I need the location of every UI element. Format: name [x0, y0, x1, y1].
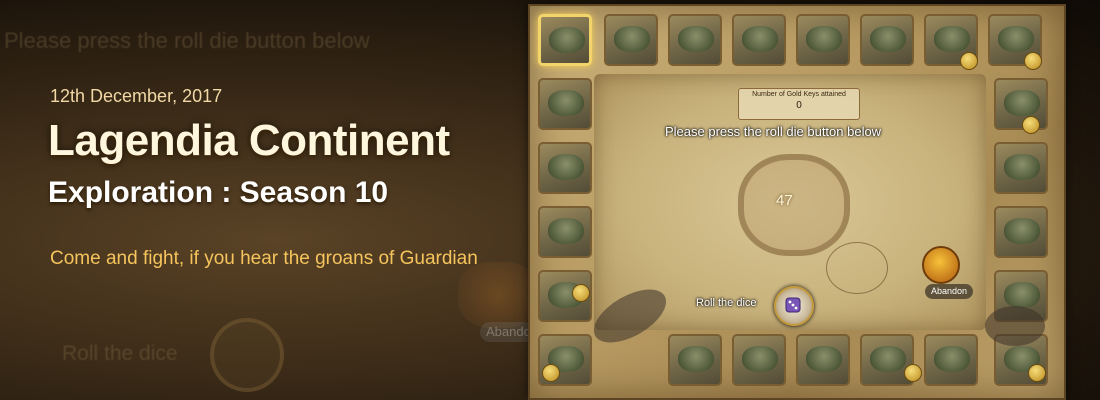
dragon-decoration — [985, 306, 1045, 346]
board-tile[interactable] — [604, 14, 658, 66]
gold-coin-icon — [960, 52, 978, 70]
gold-coin-icon — [572, 284, 590, 302]
board-tile[interactable] — [538, 78, 592, 130]
gold-coin-icon — [904, 364, 922, 382]
player-token-character — [922, 246, 960, 284]
event-subtitle: Exploration : Season 10 — [48, 176, 389, 209]
die-icon — [785, 297, 801, 313]
event-title: Lagendia Continent — [48, 116, 450, 165]
gold-keys-value: 0 — [796, 100, 802, 111]
gold-keys-label: Number of Gold Keys attained — [752, 91, 846, 98]
gold-coin-icon — [542, 364, 560, 382]
ghost-prompt: Please press the roll die button below — [4, 28, 370, 53]
game-board: Number of Gold Keys attained 0 Please pr… — [528, 4, 1066, 400]
board-tile[interactable] — [924, 334, 978, 386]
gold-keys-counter: Number of Gold Keys attained 0 — [738, 88, 860, 120]
board-tile[interactable] — [994, 78, 1048, 130]
board-tile[interactable] — [668, 14, 722, 66]
board-tile[interactable] — [538, 206, 592, 258]
event-banner: Please press the roll die button below R… — [0, 0, 1100, 400]
roll-prompt: Please press the roll die button below — [665, 124, 882, 139]
compass-rose — [826, 242, 888, 294]
board-tile[interactable] — [860, 14, 914, 66]
board-tile[interactable] — [796, 14, 850, 66]
ghost-roll-button — [210, 318, 284, 392]
gold-coin-icon — [1022, 116, 1040, 134]
center-number: 47 — [776, 192, 793, 209]
board-tile[interactable] — [994, 142, 1048, 194]
board-tile[interactable] — [732, 334, 786, 386]
roll-dice-label: Roll the dice — [696, 297, 757, 309]
board-tile-start[interactable] — [538, 14, 592, 66]
board-tile[interactable] — [538, 142, 592, 194]
event-date: 12th December, 2017 — [50, 86, 223, 106]
gold-coin-icon — [1028, 364, 1046, 382]
abandon-button[interactable]: Abandon — [925, 284, 974, 299]
board-tile[interactable] — [668, 334, 722, 386]
central-castle — [738, 154, 850, 256]
roll-dice-button[interactable] — [774, 286, 814, 326]
board-tile[interactable] — [732, 14, 786, 66]
event-tagline: Come and fight, if you hear the groans o… — [50, 248, 478, 269]
board-tile[interactable] — [994, 206, 1048, 258]
board-tile[interactable] — [796, 334, 850, 386]
gold-coin-icon — [1024, 52, 1042, 70]
ghost-character — [458, 262, 538, 328]
ghost-roll-label: Roll the dice — [62, 342, 178, 365]
